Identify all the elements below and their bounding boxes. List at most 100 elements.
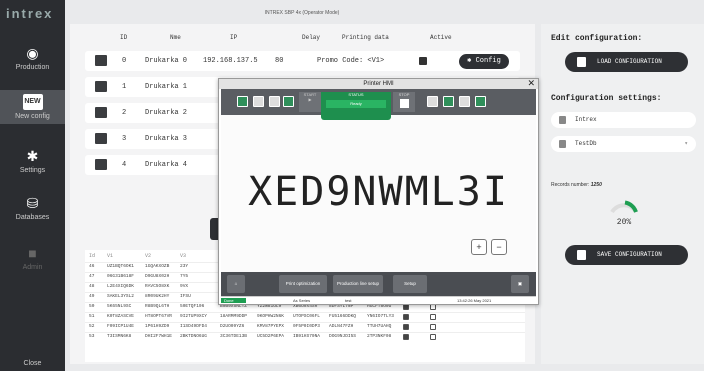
records-number: Records number: 1250	[551, 182, 602, 188]
job-text: test	[345, 298, 352, 303]
lock-icon: ■	[28, 245, 37, 261]
state-text: Done	[221, 298, 246, 303]
setup-button[interactable]: Setup	[393, 275, 427, 293]
sidebar-item-label: Settings	[19, 167, 46, 174]
stop-label: STOP	[398, 92, 410, 97]
row-name: Drukarka 1	[145, 83, 188, 91]
db-header-v2: V2	[145, 253, 152, 259]
drop-icon[interactable]	[427, 96, 438, 107]
row-id: 3	[122, 135, 127, 143]
db-header-v3: V3	[180, 253, 187, 259]
db-checkbox[interactable]	[430, 334, 436, 340]
gear-icon: ✱	[26, 148, 39, 164]
ink-icon[interactable]	[283, 96, 294, 107]
table-row[interactable]: 51 K0T8ZASCVE HT8OPT67VR 9I2TUP9XCY 18ARMM9D…	[85, 312, 525, 321]
close-icon[interactable]: ✕	[527, 78, 535, 89]
row-id: 2	[122, 109, 127, 117]
load-configuration-button[interactable]: LOAD CONFIGURATION	[565, 52, 688, 72]
counter-icon[interactable]	[237, 96, 248, 107]
config-label: Config	[475, 57, 501, 65]
db-checkbox[interactable]	[430, 324, 436, 330]
home-icon[interactable]: ⌂	[227, 275, 245, 293]
stop-icon	[399, 99, 409, 108]
time-text: 13:42:26 May 2021	[457, 298, 492, 303]
row-id: 4	[122, 161, 127, 169]
db-checkbox[interactable]	[403, 324, 409, 330]
table-row[interactable]: 52 F09ICP1U4E 1P61H9ZD9 I1SD49DFD4 D2UO09YZ6…	[85, 322, 525, 331]
table-row[interactable]: 53 T3ISMN6K8 DHI2F7WH1E 2BKTDNO6UG 3C36TDE13…	[85, 332, 525, 341]
file-icon	[577, 57, 586, 67]
sidebar-item-admin[interactable]: ■ Admin	[0, 245, 65, 271]
printer-hmi-dialog: Printer HMI ✕ START ▶ STATUS Ready STOP XE…	[218, 78, 539, 305]
start-label: START	[303, 92, 317, 97]
config-panel: Edit configuration: LOAD CONFIGURATION C…	[541, 24, 704, 364]
active-checkbox[interactable]	[419, 57, 427, 65]
print-optimization-button[interactable]: Print optimization	[279, 275, 327, 293]
sidebar: intrex ◉ Production NEW New config ✱ Settin…	[0, 0, 65, 371]
sidebar-item-label: Admin	[22, 264, 43, 271]
printer-icon	[95, 133, 107, 144]
new-badge-icon: NEW	[22, 94, 43, 110]
config-name-field[interactable]: Intrex	[551, 112, 696, 128]
production-line-button[interactable]: Production line setup	[333, 275, 383, 293]
sidebar-item-label: New config	[15, 113, 50, 120]
zoom-in-icon[interactable]: +	[471, 239, 487, 255]
sidebar-item-production[interactable]: ◉ Production	[0, 45, 65, 71]
lock-icon[interactable]: ▣	[511, 275, 529, 293]
print-preview-text: XED9NWML3I	[248, 169, 509, 215]
stop-button[interactable]: STOP	[393, 92, 415, 112]
printer-icon	[95, 107, 107, 118]
config-button[interactable]: ✱ Config	[459, 54, 509, 69]
printer-row[interactable]: 0 Drukarka 0 192.168.137.5 80 Promo Code…	[85, 51, 520, 71]
sidebar-item-label: Production	[15, 64, 50, 71]
status-value: Ready	[326, 100, 386, 108]
drop-icon[interactable]	[459, 96, 470, 107]
start-button[interactable]: START ▶	[299, 92, 321, 112]
button-label: LOAD CONFIGURATION	[597, 58, 662, 65]
db-checkbox[interactable]	[403, 334, 409, 340]
field-value: TestDb	[575, 140, 597, 147]
sidebar-item-new-config[interactable]: NEW New config	[0, 90, 65, 124]
col-header-id: ID	[120, 34, 128, 41]
printer-icon	[95, 55, 107, 66]
database-icon: ⛁	[26, 195, 39, 211]
series-text: As Series	[293, 298, 311, 303]
window-title: INTREX SBP 4x (Operator Mode)	[264, 10, 340, 16]
row-data: Promo Code: <V1>	[317, 57, 385, 65]
sidebar-item-settings[interactable]: ✱ Settings	[0, 148, 65, 174]
printer-icon	[95, 81, 107, 92]
row-name: Drukarka 2	[145, 109, 188, 117]
zoom-out-icon[interactable]: −	[491, 239, 507, 255]
db-header-v1: V1	[107, 253, 114, 259]
row-ip: 192.168.137.5	[203, 57, 258, 65]
field-value: Intrex	[575, 116, 597, 123]
col-header-ip: IP	[230, 34, 238, 41]
col-header-name: Nme	[170, 34, 181, 41]
progress-gauge	[610, 200, 638, 214]
warning-icon[interactable]	[269, 96, 280, 107]
close-button[interactable]: Close	[0, 360, 65, 367]
database-icon	[559, 140, 566, 148]
status-label: STATUS	[348, 92, 364, 97]
hmi-toolbar: START ▶ STATUS Ready STOP	[221, 89, 536, 120]
row-delay: 80	[275, 57, 284, 65]
save-configuration-button[interactable]: SAVE CONFIGURATION	[565, 245, 688, 265]
list-icon[interactable]	[475, 96, 486, 107]
list-icon[interactable]	[443, 96, 454, 107]
hmi-status-bar: Done As Series test 13:42:26 May 2021	[221, 296, 536, 304]
chevron-down-icon: ▾	[684, 140, 688, 147]
printer-icon	[95, 159, 107, 170]
target-icon: ◉	[26, 45, 39, 61]
database-select[interactable]: TestDb ▾	[551, 136, 696, 152]
error-icon[interactable]	[253, 96, 264, 107]
dialog-title: Printer HMI	[219, 79, 538, 89]
db-checkbox[interactable]	[430, 314, 436, 320]
row-id: 1	[122, 83, 127, 91]
db-header-id: Id	[89, 253, 96, 259]
button-label: SAVE CONFIGURATION	[597, 251, 662, 258]
row-name: Drukarka 0	[145, 57, 188, 65]
sidebar-item-databases[interactable]: ⛁ Databases	[0, 195, 65, 221]
db-checkbox[interactable]	[403, 314, 409, 320]
col-header-data: Printing data	[342, 34, 389, 41]
app-logo: intrex	[6, 6, 54, 21]
